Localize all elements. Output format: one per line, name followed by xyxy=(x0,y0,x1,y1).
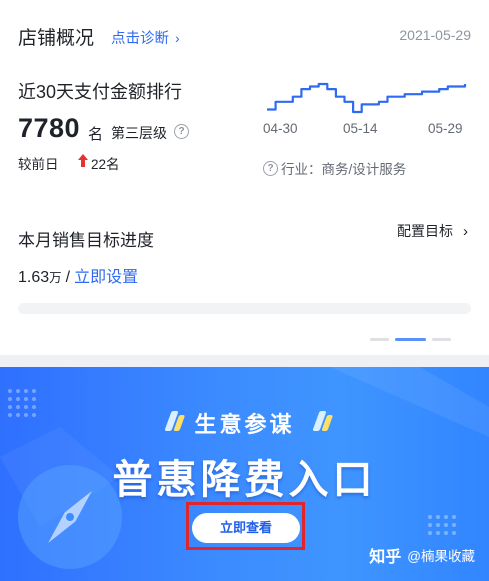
banner-headline: 普惠降费入口 xyxy=(112,458,377,502)
x-tick-label: 04-30 xyxy=(263,121,298,136)
arrow-up-icon xyxy=(78,154,88,167)
highlight-box xyxy=(186,502,305,550)
config-goal-label: 配置目标 xyxy=(397,223,453,239)
sparkline-series xyxy=(267,82,467,114)
promo-banner[interactable]: 生意参谋 普惠降费入口 立即查看 知乎 @楠果收藏 xyxy=(0,367,489,581)
x-tick-label: 05-14 xyxy=(343,121,378,136)
report-date: 2021-05-29 xyxy=(399,27,471,43)
goal-progress-bar xyxy=(18,303,471,314)
carousel-dot-active[interactable] xyxy=(395,338,426,341)
config-goal-button[interactable]: 配置目标 › xyxy=(397,221,468,241)
goal-amount-value: 1.63 xyxy=(18,269,50,286)
x-tick-label: 05-29 xyxy=(428,121,463,136)
help-icon[interactable]: ? xyxy=(174,124,189,139)
industry-info: ? 行业：商务/设计服务 xyxy=(263,158,406,178)
carousel-dot[interactable] xyxy=(432,338,451,341)
store-overview-card: 店铺概况 点击诊断 › 2021-05-29 近30天支付金额排行 7780 名… xyxy=(0,0,489,355)
watermark-platform: 知乎 xyxy=(369,549,402,566)
goal-title: 本月销售目标进度 xyxy=(18,231,154,250)
goal-amount: 1.63万 / 立即设置 xyxy=(18,263,138,287)
compare-label: 较前日 xyxy=(18,157,59,172)
page-title: 店铺概况 xyxy=(18,28,95,49)
rank-tier: 第三层级 xyxy=(111,125,167,141)
banner-title: 生意参谋 xyxy=(194,412,295,437)
diagnose-link-label: 点击诊断 xyxy=(111,31,169,47)
industry-label: 行业：商务/设计服务 xyxy=(281,162,407,177)
rank-number: 7780 xyxy=(18,113,81,143)
watermark: 知乎 @楠果收藏 xyxy=(369,543,475,567)
chevron-right-icon: › xyxy=(175,29,180,46)
goal-separator: / xyxy=(65,269,71,286)
goal-amount-unit: 万 xyxy=(49,271,62,285)
compare-change: 22名 xyxy=(91,157,120,172)
trend-sparkline xyxy=(267,82,467,114)
help-icon[interactable]: ? xyxy=(263,160,278,176)
watermark-author: @楠果收藏 xyxy=(407,549,475,564)
diagnose-link[interactable]: 点击诊断 › xyxy=(111,27,180,48)
chevron-right-icon: › xyxy=(463,222,468,240)
rank-unit: 名 xyxy=(88,126,104,143)
set-goal-link[interactable]: 立即设置 xyxy=(74,269,138,286)
ranking-title: 近30天支付金额排行 xyxy=(18,82,183,102)
carousel-dot[interactable] xyxy=(370,338,389,341)
